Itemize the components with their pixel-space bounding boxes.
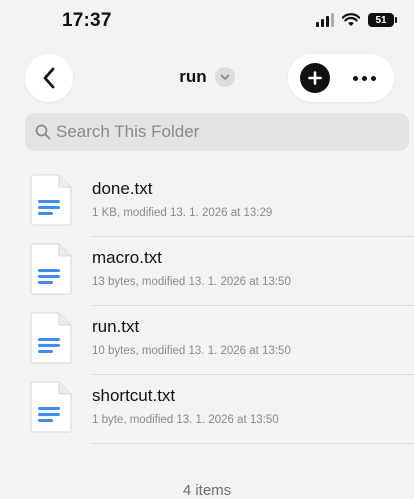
search-input[interactable]: Search This Folder xyxy=(25,113,409,151)
row-divider xyxy=(92,443,414,444)
file-meta: 1 byte, modified 13. 1. 2026 at 13:50 xyxy=(92,414,279,426)
chevron-down-icon xyxy=(214,67,235,87)
file-list: done.txt 1 KB, modified 13. 1. 2026 at 1… xyxy=(0,168,414,444)
item-count: 4 items xyxy=(182,482,232,499)
plus-icon xyxy=(308,71,322,85)
navigation-bar: run xyxy=(0,54,414,102)
file-meta: 1 KB, modified 13. 1. 2026 at 13:29 xyxy=(92,207,273,219)
text-document-icon xyxy=(30,243,72,295)
actions-pill xyxy=(288,54,394,102)
battery-level: 51 xyxy=(375,14,387,26)
file-name: done.txt xyxy=(92,179,153,198)
text-document-icon xyxy=(30,174,72,226)
file-name: shortcut.txt xyxy=(92,386,176,405)
magnifier-icon xyxy=(35,124,51,140)
file-row[interactable]: shortcut.txt 1 byte, modified 13. 1. 202… xyxy=(0,375,414,444)
file-name: macro.txt xyxy=(92,248,162,267)
signal-icon xyxy=(316,13,334,27)
ellipsis-icon xyxy=(352,75,358,81)
search-placeholder: Search This Folder xyxy=(56,122,200,141)
file-row[interactable]: macro.txt 13 bytes, modified 13. 1. 2026… xyxy=(0,237,414,306)
status-time: 17:37 xyxy=(62,10,112,31)
status-icons: 51 xyxy=(316,13,397,27)
wifi-icon xyxy=(342,13,360,26)
file-row[interactable]: done.txt 1 KB, modified 13. 1. 2026 at 1… xyxy=(0,168,414,237)
folder-title: run xyxy=(179,67,207,86)
file-meta: 10 bytes, modified 13. 1. 2026 at 13:50 xyxy=(92,345,291,357)
file-name: run.txt xyxy=(92,317,140,336)
file-row[interactable]: run.txt 10 bytes, modified 13. 1. 2026 a… xyxy=(0,306,414,375)
add-button[interactable] xyxy=(300,63,330,93)
text-document-icon xyxy=(30,312,72,364)
more-button[interactable] xyxy=(344,63,384,93)
text-document-icon xyxy=(30,381,72,433)
file-meta: 13 bytes, modified 13. 1. 2026 at 13:50 xyxy=(92,276,291,288)
battery-icon: 51 xyxy=(368,13,397,27)
status-bar: 17:37 51 xyxy=(0,0,414,44)
